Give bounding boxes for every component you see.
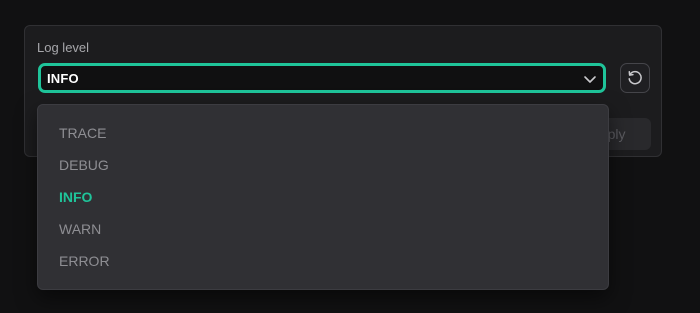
option-warn[interactable]: WARN	[38, 213, 608, 245]
option-error[interactable]: ERROR	[38, 245, 608, 277]
reset-button[interactable]	[620, 63, 650, 93]
log-level-label: Log level	[37, 40, 90, 55]
option-debug[interactable]: DEBUG	[38, 149, 608, 181]
option-info[interactable]: INFO	[38, 181, 608, 213]
log-level-selected-value: INFO	[47, 70, 79, 86]
refresh-icon	[628, 70, 642, 85]
log-level-dropdown-menu: TRACE DEBUG INFO WARN ERROR	[37, 104, 609, 290]
page: Log level INFO Apply TRACE DEBUG INFO WA…	[0, 0, 700, 313]
log-level-select[interactable]: INFO	[38, 63, 606, 93]
chevron-down-icon	[584, 76, 596, 83]
option-trace[interactable]: TRACE	[38, 117, 608, 149]
